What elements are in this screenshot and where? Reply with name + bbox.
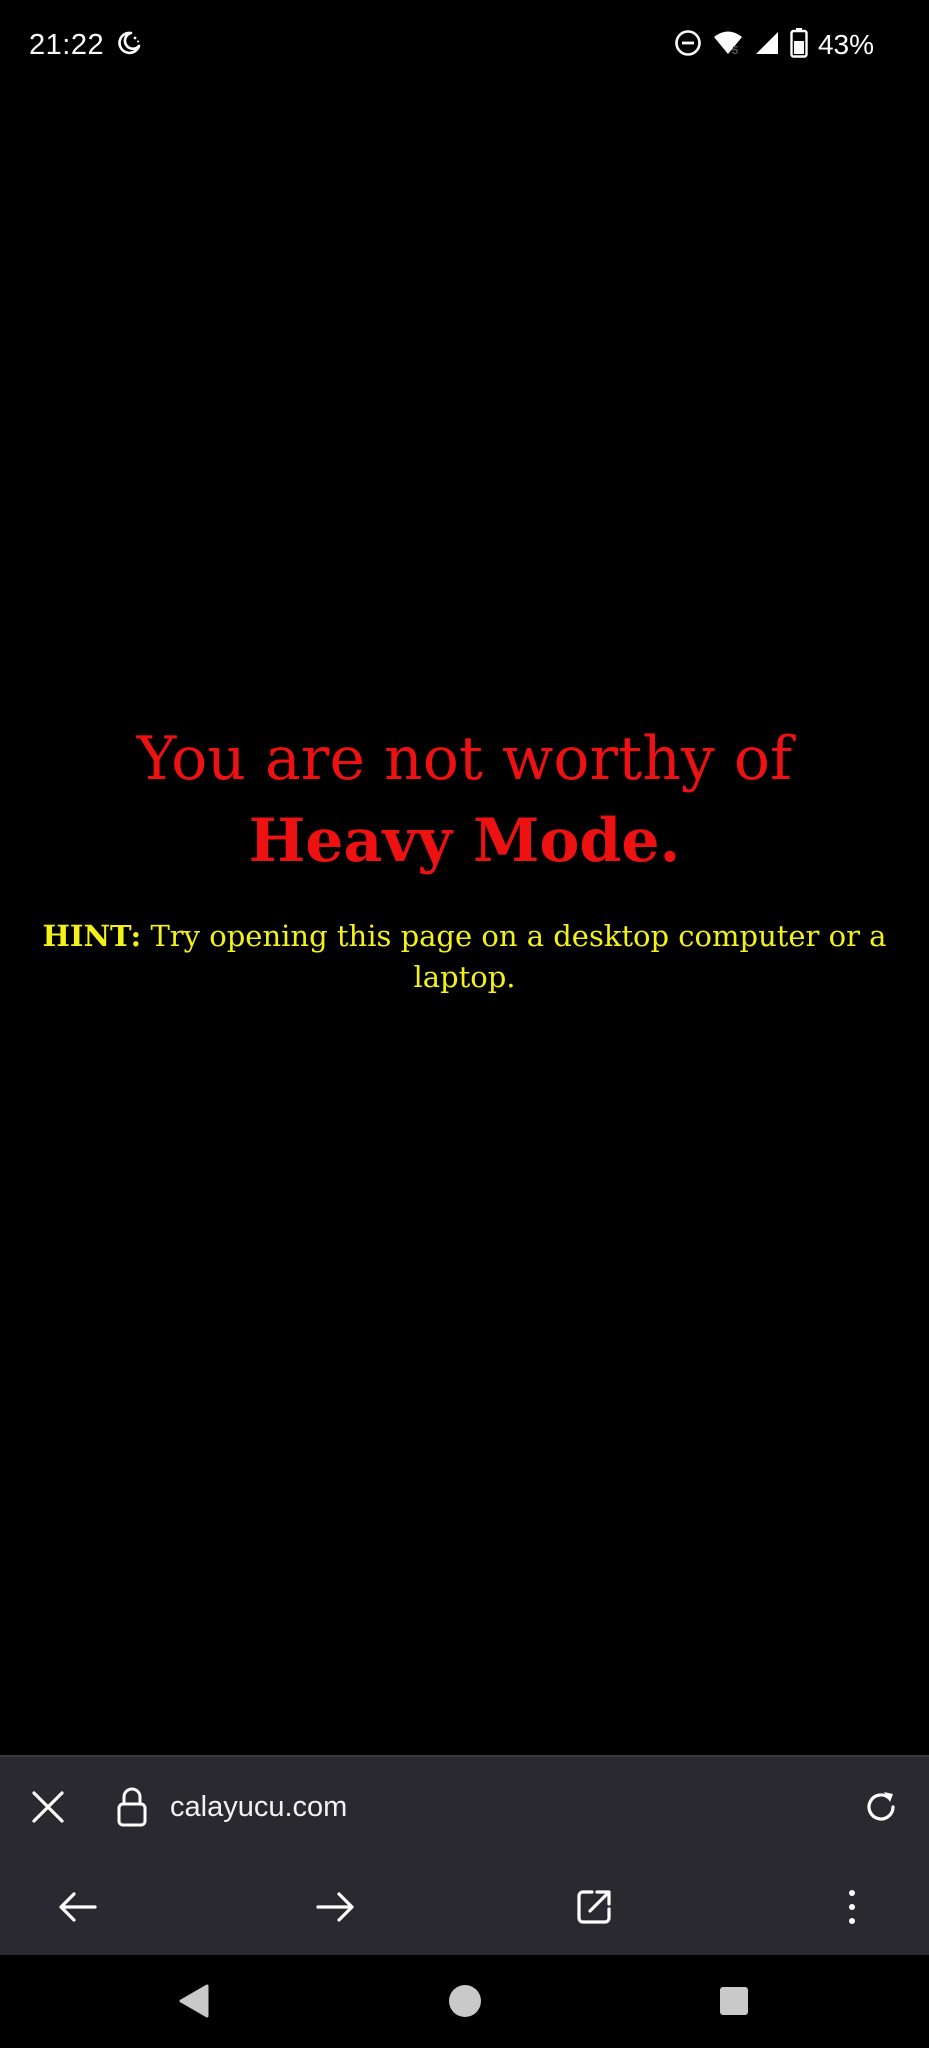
status-time: 21:22 [29, 28, 105, 61]
close-tab-button[interactable] [22, 1781, 74, 1833]
status-left: 21:22 [29, 25, 142, 65]
close-icon [32, 1791, 64, 1823]
hint-text: Try opening this page on a desktop compu… [141, 919, 887, 994]
forward-button[interactable] [307, 1879, 363, 1935]
system-nav-bar [0, 1955, 929, 2048]
wifi-icon: 5 [712, 30, 744, 60]
reload-icon [867, 1792, 895, 1821]
url-text[interactable]: calayucu.com [170, 1785, 347, 1829]
share-button[interactable] [566, 1879, 622, 1935]
status-bar: 21:22 5 43% [0, 0, 929, 90]
hint-label: HINT: [42, 919, 142, 953]
triangle-back-icon [179, 1984, 209, 2018]
site-security-button[interactable] [112, 1783, 152, 1831]
arrow-right-icon [316, 1892, 354, 1922]
url-bar: calayucu.com [0, 1757, 929, 1857]
square-recents-icon [720, 1987, 748, 2015]
headline: You are not worthy of Heavy Mode. [30, 718, 899, 882]
back-button[interactable] [50, 1879, 106, 1935]
more-vertical-icon [849, 1890, 855, 1924]
cell-signal-icon [754, 30, 780, 60]
system-back-button[interactable] [172, 1979, 216, 2023]
do-not-disturb-icon [674, 29, 702, 61]
battery-percent: 43% [817, 29, 874, 60]
headline-text: You are not worthy of [136, 724, 793, 794]
svg-text:5: 5 [732, 45, 738, 56]
moon-icon [116, 30, 142, 60]
reload-button[interactable] [855, 1781, 907, 1833]
system-recents-button[interactable] [712, 1979, 756, 2023]
battery-icon [790, 28, 808, 62]
headline-bold: Heavy Mode. [248, 806, 681, 876]
lock-icon [117, 1787, 147, 1827]
more-options-button[interactable] [824, 1879, 880, 1935]
share-icon [577, 1890, 611, 1924]
circle-home-icon [449, 1985, 481, 2017]
hint: HINT: Try opening this page on a desktop… [40, 916, 889, 998]
web-page-content: You are not worthy of Heavy Mode. HINT: … [0, 90, 929, 1755]
arrow-left-icon [59, 1892, 97, 1922]
system-home-button[interactable] [443, 1979, 487, 2023]
browser-nav-row [0, 1857, 929, 1957]
browser-toolbar: calayucu.com [0, 1755, 929, 1957]
status-right: 5 43% [674, 25, 874, 65]
